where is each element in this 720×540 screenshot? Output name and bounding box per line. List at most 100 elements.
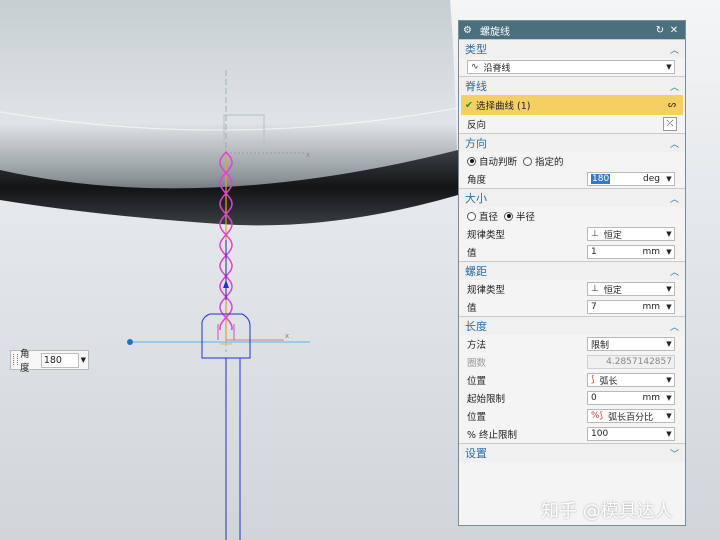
chevron-down-icon[interactable]: ▼	[664, 285, 674, 293]
pitch-law-type-label: 规律类型	[467, 285, 506, 296]
section-pitch-header[interactable]: 螺距 ︿	[459, 261, 685, 280]
chevron-up-icon[interactable]: ︿	[670, 80, 679, 93]
close-icon[interactable]: ✕	[667, 25, 681, 36]
size-value: 1	[591, 247, 597, 257]
radio-specified[interactable]: 指定的	[523, 154, 564, 168]
end-limit-input[interactable]: 100 ▼	[587, 427, 675, 441]
section-type-header[interactable]: 类型 ︿	[459, 39, 685, 58]
section-orientation-header[interactable]: 方向 ︿	[459, 133, 685, 152]
spine-type-icon: ∿	[471, 62, 479, 72]
dialog-titlebar[interactable]: ⚙ 螺旋线 ↻ ✕	[459, 21, 685, 39]
pitch-law-type-value: 恒定	[603, 285, 622, 296]
turns-label: 圈数	[467, 358, 487, 369]
chevron-down-icon[interactable]: ▼	[664, 340, 674, 348]
radio-radius-dot[interactable]	[504, 211, 514, 221]
radio-auto-infer[interactable]: 自动判断	[467, 154, 517, 168]
section-size-title: 大小	[465, 192, 487, 205]
section-pitch-title: 螺距	[465, 265, 487, 278]
angle-onscreen-input[interactable]: 角度 180 ▼	[10, 349, 89, 374]
chevron-up-icon[interactable]: ︿	[670, 192, 679, 205]
radio-diameter[interactable]: 直径	[467, 209, 498, 223]
reverse-direction-label: 反向	[467, 120, 487, 131]
dialog-title: 螺旋线	[480, 26, 510, 38]
section-settings-title: 设置	[465, 447, 487, 460]
angle-input[interactable]: 180 deg ▼	[587, 172, 675, 186]
position1-select[interactable]: ⟆ 弧长 ▼	[587, 373, 675, 387]
chevron-down-icon[interactable]: ▼	[664, 394, 674, 402]
chevron-up-icon[interactable]: ︿	[670, 265, 679, 278]
chevron-up-icon[interactable]: ︿	[670, 137, 679, 150]
pitch-value-input[interactable]: 7 mm ▼	[587, 300, 675, 314]
angle-label: 角度	[467, 175, 487, 186]
pitch-value-label: 值	[467, 303, 477, 314]
size-law-type-label: 规律类型	[467, 230, 506, 241]
end-limit-label: % 终止限制	[467, 430, 518, 441]
length-method-select[interactable]: 限制 ▼	[587, 337, 675, 351]
pitch-value: 7	[591, 302, 597, 312]
section-orientation-title: 方向	[465, 137, 487, 150]
position1-value: 弧长	[599, 376, 618, 387]
pitch-law-type-select[interactable]: ⊥ 恒定 ▼	[587, 282, 675, 296]
constant-law-icon: ⊥	[591, 229, 599, 239]
chevron-down-icon[interactable]: ▼	[664, 248, 674, 256]
section-spine-title: 脊线	[465, 80, 487, 93]
section-length-title: 长度	[465, 320, 487, 333]
chevron-down-icon[interactable]: ▼	[664, 412, 674, 420]
svg-text:x: x	[306, 151, 310, 159]
size-value-label: 值	[467, 248, 477, 259]
select-curve-row[interactable]: ✔ 选择曲线 (1) ᔕ	[461, 95, 683, 115]
type-select-value: 沿脊线	[483, 63, 511, 74]
chevron-down-icon[interactable]: ▼	[664, 430, 674, 438]
chevron-down-icon[interactable]: ﹀	[670, 447, 679, 460]
radio-auto-infer-dot[interactable]	[467, 156, 476, 166]
size-law-type-value: 恒定	[603, 230, 622, 241]
size-value-input[interactable]: 1 mm ▼	[587, 245, 675, 259]
section-length-header[interactable]: 长度 ︿	[459, 316, 685, 335]
angle-widget-value[interactable]: 180	[40, 352, 79, 368]
drag-grip-icon[interactable]	[13, 354, 18, 365]
radio-diameter-label: 直径	[479, 212, 499, 223]
chevron-down-icon[interactable]: ▼	[664, 376, 674, 384]
angle-input-value: 180	[591, 174, 611, 184]
size-unit: mm	[642, 247, 660, 257]
gear-icon[interactable]: ⚙	[463, 25, 475, 36]
helix-dialog: ⚙ 螺旋线 ↻ ✕ 类型 ︿ ∿ 沿脊线 ▼ 脊线 ︿ ✔ 选择曲线 (1) ᔕ…	[458, 20, 686, 526]
chevron-down-icon[interactable]: ▼	[664, 63, 674, 71]
radio-radius-label: 半径	[516, 212, 536, 223]
angle-unit: deg	[643, 174, 660, 184]
chevron-down-icon[interactable]: ▼	[664, 303, 674, 311]
position2-select[interactable]: %⟆ 弧长百分比 ▼	[587, 409, 675, 423]
radio-diameter-dot[interactable]	[467, 211, 476, 221]
radio-radius[interactable]: 半径	[504, 209, 535, 223]
arc-length-icon: ⟆	[591, 375, 595, 385]
start-limit-unit: mm	[642, 393, 660, 403]
select-curve-icon[interactable]: ᔕ	[665, 98, 679, 112]
radio-specified-label: 指定的	[535, 157, 564, 168]
svg-text:x: x	[285, 332, 289, 340]
start-limit-label: 起始限制	[467, 394, 506, 405]
reverse-direction-icon[interactable]: ⤫	[663, 117, 677, 131]
pitch-unit: mm	[642, 302, 660, 312]
section-settings-header[interactable]: 设置 ﹀	[459, 443, 685, 462]
chevron-up-icon[interactable]: ︿	[670, 320, 679, 333]
start-limit-value: 0	[591, 393, 597, 403]
reset-icon[interactable]: ↻	[653, 25, 667, 36]
watermark: 知乎 @模具达人	[541, 501, 673, 522]
chevron-down-icon[interactable]: ▼	[664, 175, 674, 183]
chevron-down-icon[interactable]: ▼	[79, 356, 88, 364]
length-method-value: 限制	[591, 340, 610, 351]
size-law-type-select[interactable]: ⊥ 恒定 ▼	[587, 227, 675, 241]
section-size-header[interactable]: 大小 ︿	[459, 188, 685, 207]
radio-auto-infer-label: 自动判断	[479, 157, 518, 168]
chevron-down-icon[interactable]: ▼	[664, 230, 674, 238]
chevron-up-icon[interactable]: ︿	[670, 43, 679, 56]
select-curve-label: 选择曲线 (1)	[476, 101, 531, 112]
section-spine-header[interactable]: 脊线 ︿	[459, 76, 685, 95]
checkmark-icon: ✔	[465, 99, 473, 111]
type-select[interactable]: ∿ 沿脊线 ▼	[467, 60, 675, 74]
arc-percent-icon: %⟆	[591, 411, 604, 421]
position2-value: 弧长百分比	[608, 412, 654, 423]
start-limit-input[interactable]: 0 mm ▼	[587, 391, 675, 405]
radio-specified-dot[interactable]	[523, 156, 533, 166]
length-method-label: 方法	[467, 340, 487, 351]
